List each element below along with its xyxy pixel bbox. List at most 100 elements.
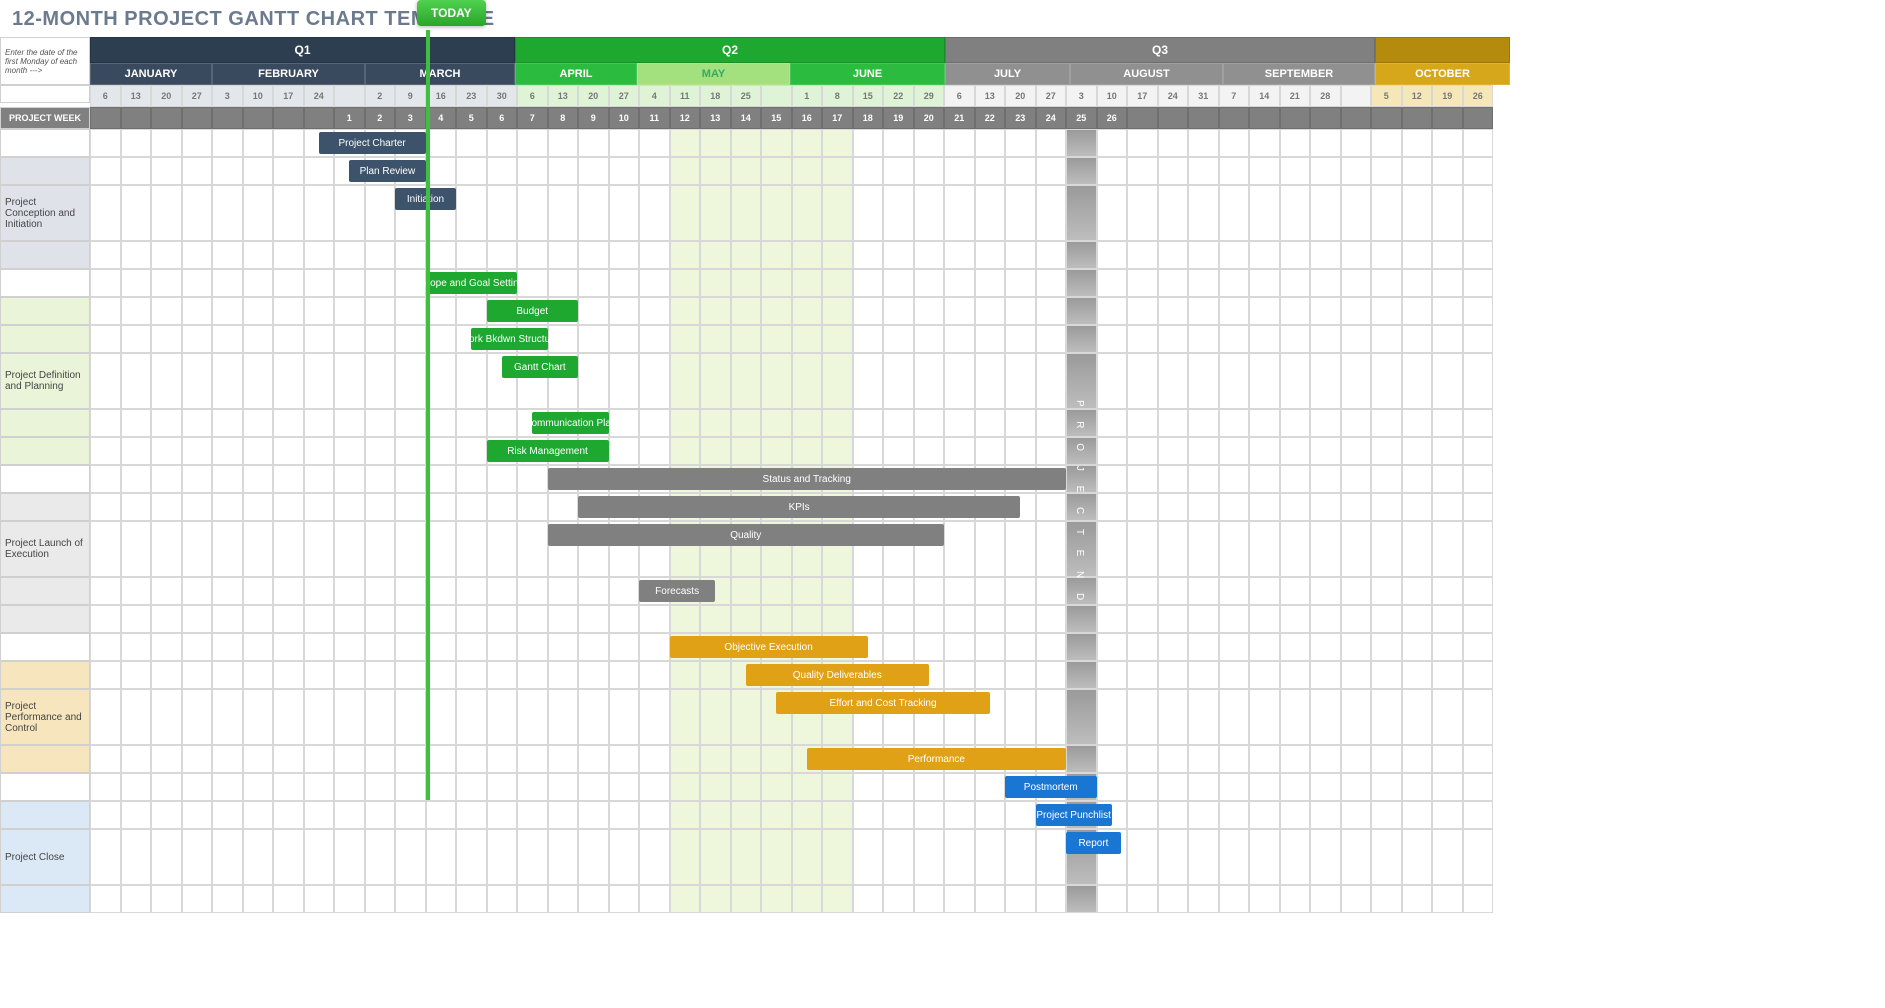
quarter-row: Enter the date of the first Monday of ea… <box>0 37 1510 63</box>
cell <box>700 157 731 185</box>
cell <box>182 689 213 745</box>
cell <box>1341 465 1372 493</box>
cell <box>1280 493 1311 521</box>
cell <box>822 353 853 409</box>
cell <box>822 577 853 605</box>
cell <box>1310 801 1341 829</box>
task-bar[interactable]: Plan Review <box>349 160 425 182</box>
cell <box>1158 829 1189 885</box>
cell <box>1127 773 1158 801</box>
task-bar[interactable]: Postmortem <box>1005 776 1097 798</box>
cell <box>609 689 640 745</box>
task-bar[interactable]: Project Charter <box>319 132 426 154</box>
cell <box>1158 297 1189 325</box>
cell <box>1127 633 1158 661</box>
cell <box>792 801 823 829</box>
cell <box>639 129 670 157</box>
cell <box>1188 773 1219 801</box>
cell <box>822 325 853 353</box>
task-bar[interactable]: Scope and Goal Setting <box>426 272 518 294</box>
cell <box>212 689 243 745</box>
cell <box>1432 269 1463 297</box>
pw-cell <box>1341 107 1372 129</box>
task-bar[interactable]: Report <box>1066 832 1121 854</box>
cell <box>914 885 945 913</box>
task-bar[interactable]: Risk Management <box>487 440 609 462</box>
cell <box>731 129 762 157</box>
cell <box>1066 269 1097 297</box>
cell <box>1341 661 1372 689</box>
task-bar[interactable]: Quality Deliverables <box>746 664 929 686</box>
task-bar[interactable]: Status and Tracking <box>548 468 1067 490</box>
cell <box>548 661 579 689</box>
task-bar[interactable]: Forecasts <box>639 580 715 602</box>
pw-cell <box>1127 107 1158 129</box>
date-cell: 7 <box>1219 85 1250 107</box>
cell <box>121 185 152 241</box>
row-cells <box>90 605 1510 633</box>
task-bar[interactable]: Budget <box>487 300 579 322</box>
cell <box>670 269 701 297</box>
cell <box>1341 157 1372 185</box>
cell <box>1158 129 1189 157</box>
cell <box>639 353 670 409</box>
task-bar[interactable]: Quality <box>548 524 945 546</box>
cell <box>1127 297 1158 325</box>
cell <box>548 129 579 157</box>
date-cell: 19 <box>1432 85 1463 107</box>
cell <box>243 353 274 409</box>
task-bar[interactable]: Gantt Chart <box>502 356 578 378</box>
cell <box>548 269 579 297</box>
cell <box>1097 129 1128 157</box>
date-cell: 24 <box>1158 85 1189 107</box>
cell <box>761 829 792 885</box>
cell <box>456 241 487 269</box>
cell <box>121 493 152 521</box>
cell <box>639 745 670 773</box>
task-bar[interactable]: Objective Execution <box>670 636 868 658</box>
task-bar[interactable]: KPIs <box>578 496 1020 518</box>
task-bar[interactable]: Work Bkdwn Structure <box>471 328 547 350</box>
cell <box>517 633 548 661</box>
cell <box>121 801 152 829</box>
cell <box>1219 297 1250 325</box>
cell <box>90 885 121 913</box>
cell <box>1341 325 1372 353</box>
task-bar[interactable]: Performance <box>807 748 1066 770</box>
pw-cell: 22 <box>975 107 1006 129</box>
month-aug: AUGUST <box>1070 63 1223 85</box>
cell <box>304 801 335 829</box>
cell <box>121 129 152 157</box>
cell <box>90 157 121 185</box>
cell <box>365 269 396 297</box>
cell <box>151 689 182 745</box>
date-cell: 3 <box>212 85 243 107</box>
cell <box>975 269 1006 297</box>
cell <box>1127 157 1158 185</box>
cell <box>670 745 701 773</box>
cell <box>304 325 335 353</box>
cell <box>1097 577 1128 605</box>
task-bar[interactable]: Effort and Cost Tracking <box>776 692 990 714</box>
cell <box>90 745 121 773</box>
cell <box>90 269 121 297</box>
task-bar[interactable]: Project Punchlist <box>1036 804 1112 826</box>
cell <box>243 185 274 241</box>
cell <box>334 437 365 465</box>
cell <box>243 745 274 773</box>
cell <box>1432 689 1463 745</box>
task-bar[interactable]: Communication Plan <box>532 412 608 434</box>
cell <box>822 269 853 297</box>
cell <box>944 661 975 689</box>
date-cell: 5 <box>1371 85 1402 107</box>
cell <box>212 437 243 465</box>
cell <box>975 521 1006 577</box>
cell <box>1005 885 1036 913</box>
cell <box>731 605 762 633</box>
cell <box>700 605 731 633</box>
cell <box>792 605 823 633</box>
cell <box>487 521 518 577</box>
cell <box>1127 353 1158 409</box>
pw-cell: 1 <box>334 107 365 129</box>
cell <box>304 353 335 409</box>
